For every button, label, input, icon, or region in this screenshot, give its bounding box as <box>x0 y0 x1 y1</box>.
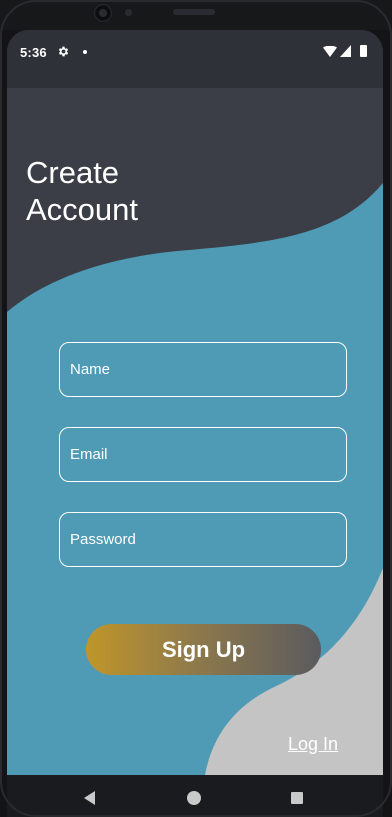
notification-dot-icon <box>83 50 87 54</box>
sign-up-button[interactable]: Sign Up <box>86 624 321 675</box>
name-field[interactable] <box>59 342 347 397</box>
back-icon[interactable] <box>84 791 95 805</box>
status-bar: 5:36 <box>7 30 383 88</box>
create-account-screen: Create Account Sign Up Log In <box>7 88 383 775</box>
status-time: 5:36 <box>20 45 47 60</box>
home-icon[interactable] <box>187 791 201 805</box>
password-field[interactable] <box>59 512 347 567</box>
email-input[interactable] <box>60 428 346 481</box>
proximity-sensor <box>125 9 132 16</box>
recents-icon[interactable] <box>291 792 303 804</box>
wifi-icon <box>323 46 337 57</box>
name-input[interactable] <box>60 343 346 396</box>
email-field[interactable] <box>59 427 347 482</box>
system-navigation-bar <box>7 775 383 817</box>
earpiece-speaker <box>173 9 215 15</box>
password-input[interactable] <box>60 513 346 566</box>
log-in-link[interactable]: Log In <box>288 734 338 755</box>
front-camera-icon <box>94 4 112 22</box>
screen: 5:36 Create Account Name Email Sign Up L… <box>7 30 383 817</box>
signal-icon <box>340 45 351 57</box>
top-bezel <box>0 0 392 30</box>
battery-icon <box>360 45 367 57</box>
page-title: Create Account <box>26 155 139 227</box>
gear-icon <box>58 46 69 57</box>
phone-device: 5:36 Create Account Name Email Sign Up L… <box>0 0 392 817</box>
